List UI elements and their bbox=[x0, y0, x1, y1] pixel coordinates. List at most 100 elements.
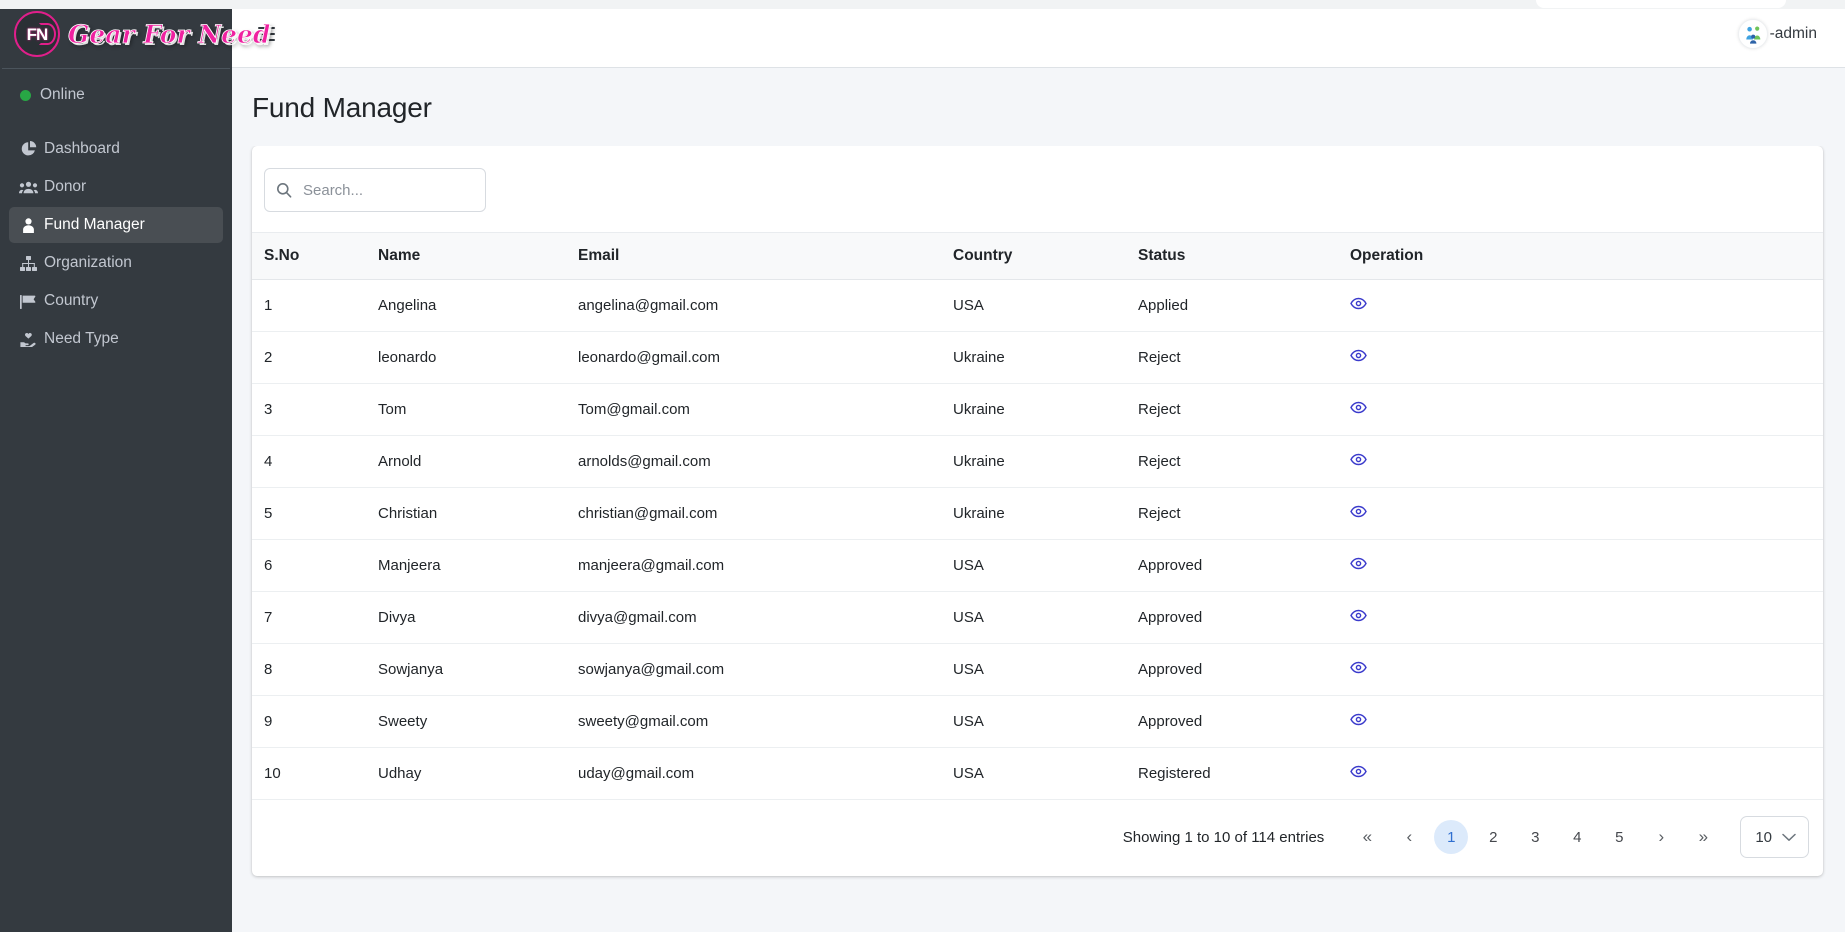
cell-name: leonardo bbox=[370, 331, 570, 384]
pagination-page-4[interactable]: 4 bbox=[1560, 820, 1594, 854]
hand-holding-heart-icon bbox=[19, 331, 38, 347]
pagination-last-button[interactable]: » bbox=[1686, 820, 1720, 854]
eye-icon[interactable] bbox=[1350, 557, 1367, 570]
user-avatar-icon bbox=[1737, 18, 1768, 49]
eye-icon[interactable] bbox=[1350, 765, 1367, 778]
cell-status: Approved bbox=[1130, 591, 1342, 644]
cell-name: Divya bbox=[370, 591, 570, 644]
entries-info: Showing 1 to 10 of 114 entries bbox=[1122, 828, 1325, 846]
column-header-status[interactable]: Status bbox=[1130, 233, 1342, 280]
column-header-sno[interactable]: S.No bbox=[252, 233, 370, 280]
cell-operation bbox=[1342, 383, 1823, 436]
table-footer: Showing 1 to 10 of 114 entries « ‹ 1 2 3… bbox=[252, 800, 1823, 876]
gear-for-need-logo-icon: FN bbox=[14, 11, 60, 57]
column-header-email[interactable]: Email bbox=[570, 233, 945, 280]
cell-status: Approved bbox=[1130, 695, 1342, 748]
cell-name: Udhay bbox=[370, 747, 570, 800]
sidebar-nav: Dashboard Donor Fund Manager Organizatio… bbox=[0, 121, 232, 357]
cell-operation bbox=[1342, 435, 1823, 488]
user-menu[interactable]: -admin bbox=[1737, 18, 1823, 49]
online-status-label: Online bbox=[40, 86, 85, 103]
brand-header[interactable]: FN Gear For Need bbox=[0, 0, 271, 68]
sidebar-item-fund-manager[interactable]: Fund Manager bbox=[9, 207, 223, 243]
cell-status: Applied bbox=[1130, 279, 1342, 332]
pagination-first-button[interactable]: « bbox=[1350, 820, 1384, 854]
eye-icon[interactable] bbox=[1350, 609, 1367, 622]
brand-logo-swoosh bbox=[39, 23, 56, 45]
cell-operation bbox=[1342, 643, 1823, 696]
cell-name: Angelina bbox=[370, 279, 570, 332]
search-input[interactable] bbox=[264, 168, 486, 212]
cell-email: uday@gmail.com bbox=[570, 747, 945, 800]
cell-country: USA bbox=[945, 643, 1130, 696]
sidebar-item-country[interactable]: Country bbox=[9, 283, 223, 319]
browser-tab bbox=[1536, 0, 1786, 8]
search-wrapper bbox=[264, 168, 486, 212]
sitemap-icon bbox=[19, 255, 38, 271]
pagination-page-1[interactable]: 1 bbox=[1434, 820, 1469, 854]
eye-icon[interactable] bbox=[1350, 349, 1367, 362]
pagination-page-2[interactable]: 2 bbox=[1476, 820, 1510, 854]
user-name-label: -admin bbox=[1769, 24, 1817, 42]
sidebar-item-label: Organization bbox=[44, 254, 132, 271]
cell-country: USA bbox=[945, 591, 1130, 644]
sidebar-item-need-type[interactable]: Need Type bbox=[9, 321, 223, 357]
cell-country: USA bbox=[945, 539, 1130, 592]
table-row: 8 Sowjanya sowjanya@gmail.com USA Approved bbox=[252, 643, 1823, 696]
cell-operation bbox=[1342, 747, 1823, 800]
eye-icon[interactable] bbox=[1350, 453, 1367, 466]
main-area: -admin Fund Manager Search... S.No Name … bbox=[232, 0, 1845, 932]
cell-name: Arnold bbox=[370, 435, 570, 488]
pagination-page-5[interactable]: 5 bbox=[1602, 820, 1636, 854]
table-head: S.No Name Email Country Status Operation bbox=[252, 233, 1823, 280]
cell-country: Ukraine bbox=[945, 435, 1130, 488]
table-row: 6 Manjeera manjeera@gmail.com USA Approved bbox=[252, 539, 1823, 592]
sidebar-item-dashboard[interactable]: Dashboard bbox=[9, 131, 223, 167]
cell-sno: 2 bbox=[252, 331, 370, 384]
table-row: 2 leonardo leonardo@gmail.com Ukraine Reject bbox=[252, 331, 1823, 384]
users-icon bbox=[19, 179, 38, 195]
cell-sno: 6 bbox=[252, 539, 370, 592]
pagination: « ‹ 1 2 3 4 5 › » bbox=[1346, 820, 1724, 854]
eye-icon[interactable] bbox=[1350, 297, 1367, 310]
page-scrollbar[interactable] bbox=[1839, 9, 1845, 932]
cell-email: Tom@gmail.com bbox=[570, 383, 945, 436]
cell-name: Sowjanya bbox=[370, 643, 570, 696]
cell-name: Christian bbox=[370, 487, 570, 540]
brand-name: Gear For Need bbox=[68, 19, 271, 49]
table-header-row: S.No Name Email Country Status Operation bbox=[252, 233, 1823, 280]
cell-operation bbox=[1342, 487, 1823, 540]
eye-icon[interactable] bbox=[1350, 505, 1367, 518]
cell-sno: 5 bbox=[252, 487, 370, 540]
column-header-name[interactable]: Name bbox=[370, 233, 570, 280]
eye-icon[interactable] bbox=[1350, 401, 1367, 414]
cell-name: Sweety bbox=[370, 695, 570, 748]
sidebar-item-donor[interactable]: Donor bbox=[9, 169, 223, 205]
page-size-value: 10 bbox=[1755, 828, 1772, 846]
pagination-page-3[interactable]: 3 bbox=[1518, 820, 1552, 854]
cell-email: angelina@gmail.com bbox=[570, 279, 945, 332]
cell-status: Approved bbox=[1130, 643, 1342, 696]
flag-icon bbox=[19, 293, 38, 309]
eye-icon[interactable] bbox=[1350, 661, 1367, 674]
table-row: 10 Udhay uday@gmail.com USA Registered bbox=[252, 747, 1823, 800]
chevron-down-icon bbox=[1782, 833, 1796, 842]
fund-manager-table: S.No Name Email Country Status Operation… bbox=[252, 233, 1823, 800]
sidebar-item-organization[interactable]: Organization bbox=[9, 245, 223, 281]
cell-name: Tom bbox=[370, 383, 570, 436]
page-size-select[interactable]: 10 bbox=[1740, 816, 1809, 858]
column-header-country[interactable]: Country bbox=[945, 233, 1130, 280]
cell-operation bbox=[1342, 331, 1823, 384]
cell-country: USA bbox=[945, 279, 1130, 332]
eye-icon[interactable] bbox=[1350, 713, 1367, 726]
pagination-prev-button[interactable]: ‹ bbox=[1392, 820, 1426, 854]
sidebar-item-label: Donor bbox=[44, 178, 87, 195]
cell-country: Ukraine bbox=[945, 331, 1130, 384]
app-root: FN Gear For Need Online Dashboard Donor bbox=[0, 0, 1845, 932]
cell-sno: 1 bbox=[252, 279, 370, 332]
table-row: 3 Tom Tom@gmail.com Ukraine Reject bbox=[252, 383, 1823, 436]
pagination-next-button[interactable]: › bbox=[1644, 820, 1678, 854]
cell-email: divya@gmail.com bbox=[570, 591, 945, 644]
cell-email: sweety@gmail.com bbox=[570, 695, 945, 748]
cell-sno: 3 bbox=[252, 383, 370, 436]
